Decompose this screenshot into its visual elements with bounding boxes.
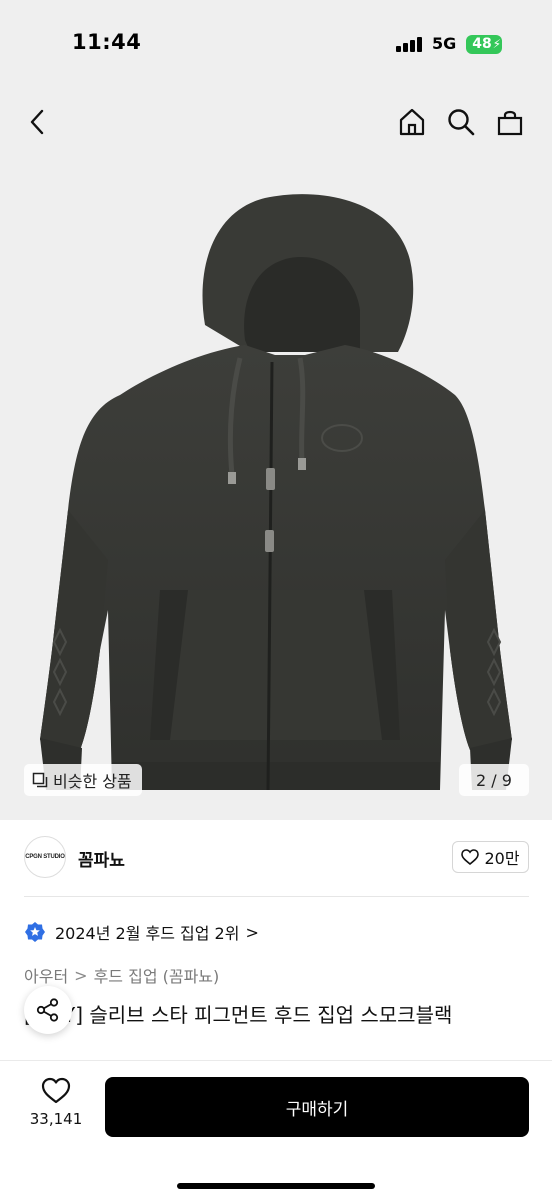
buy-button[interactable]: 구매하기 [105, 1077, 529, 1137]
heart-icon [41, 1077, 71, 1104]
battery-icon: 48 ⚡ [466, 35, 502, 54]
back-button[interactable] [18, 102, 58, 142]
brand-logo[interactable]: CPGN STUDIO [24, 836, 66, 878]
product-title: [...AY] 슬리브 스타 피그먼트 후드 집업 스모크블랙 [24, 1003, 453, 1027]
product-image-gallery[interactable]: 비슷한 상품 2 / 9 [0, 90, 552, 820]
chevron-left-icon [30, 109, 44, 135]
breadcrumb: 아우터 > 후드 집업 (꼼파뇨) [24, 963, 219, 987]
wishlist-count: 33,141 [29, 1110, 83, 1128]
similar-items-icon [32, 772, 48, 788]
home-indicator [177, 1183, 375, 1189]
cart-button[interactable] [490, 102, 530, 142]
shopping-bag-icon [497, 110, 523, 136]
share-icon [36, 998, 59, 1022]
status-bar: 11:44 5G 48 ⚡ [0, 0, 552, 90]
divider [24, 896, 529, 897]
status-time: 11:44 [72, 30, 142, 54]
product-image [40, 194, 512, 791]
brand-row[interactable]: CPGN STUDIO 꼼파뇨 20만 [0, 830, 552, 888]
ranking-badge-icon [25, 922, 45, 942]
brand-logo-text: CPGN STUDIO [25, 854, 65, 860]
charging-bolt-icon: ⚡ [492, 37, 501, 51]
breadcrumb-separator: > [74, 965, 88, 985]
chevron-right-icon: > [245, 922, 259, 942]
wishlist-button[interactable]: 33,141 [20, 1077, 92, 1128]
similar-products-label: 비슷한 상품 [53, 772, 132, 791]
share-button[interactable] [24, 986, 72, 1034]
breadcrumb-subcategory[interactable]: 후드 집업 (꼼파뇨) [94, 963, 220, 987]
ranking-text: 2024년 2월 후드 집업 2위 [55, 924, 240, 943]
similar-products-button[interactable]: 비슷한 상품 [24, 764, 142, 796]
brand-like-count: 20만 [484, 849, 520, 868]
signal-icon [396, 36, 424, 52]
home-button[interactable] [392, 102, 432, 142]
search-icon [448, 109, 475, 136]
brand-name[interactable]: 꼼파뇨 [78, 846, 125, 871]
heart-icon [461, 849, 480, 865]
page-indicator: 2 / 9 [459, 764, 529, 796]
ranking-link[interactable]: 2024년 2월 후드 집업 2위 > [24, 918, 259, 946]
breadcrumb-category[interactable]: 아우터 [24, 963, 68, 987]
network-label: 5G [432, 34, 457, 53]
bottom-action-bar: 33,141 구매하기 [0, 1060, 552, 1200]
brand-like-button[interactable]: 20만 [452, 841, 529, 873]
home-icon [399, 108, 425, 136]
search-button[interactable] [441, 102, 481, 142]
